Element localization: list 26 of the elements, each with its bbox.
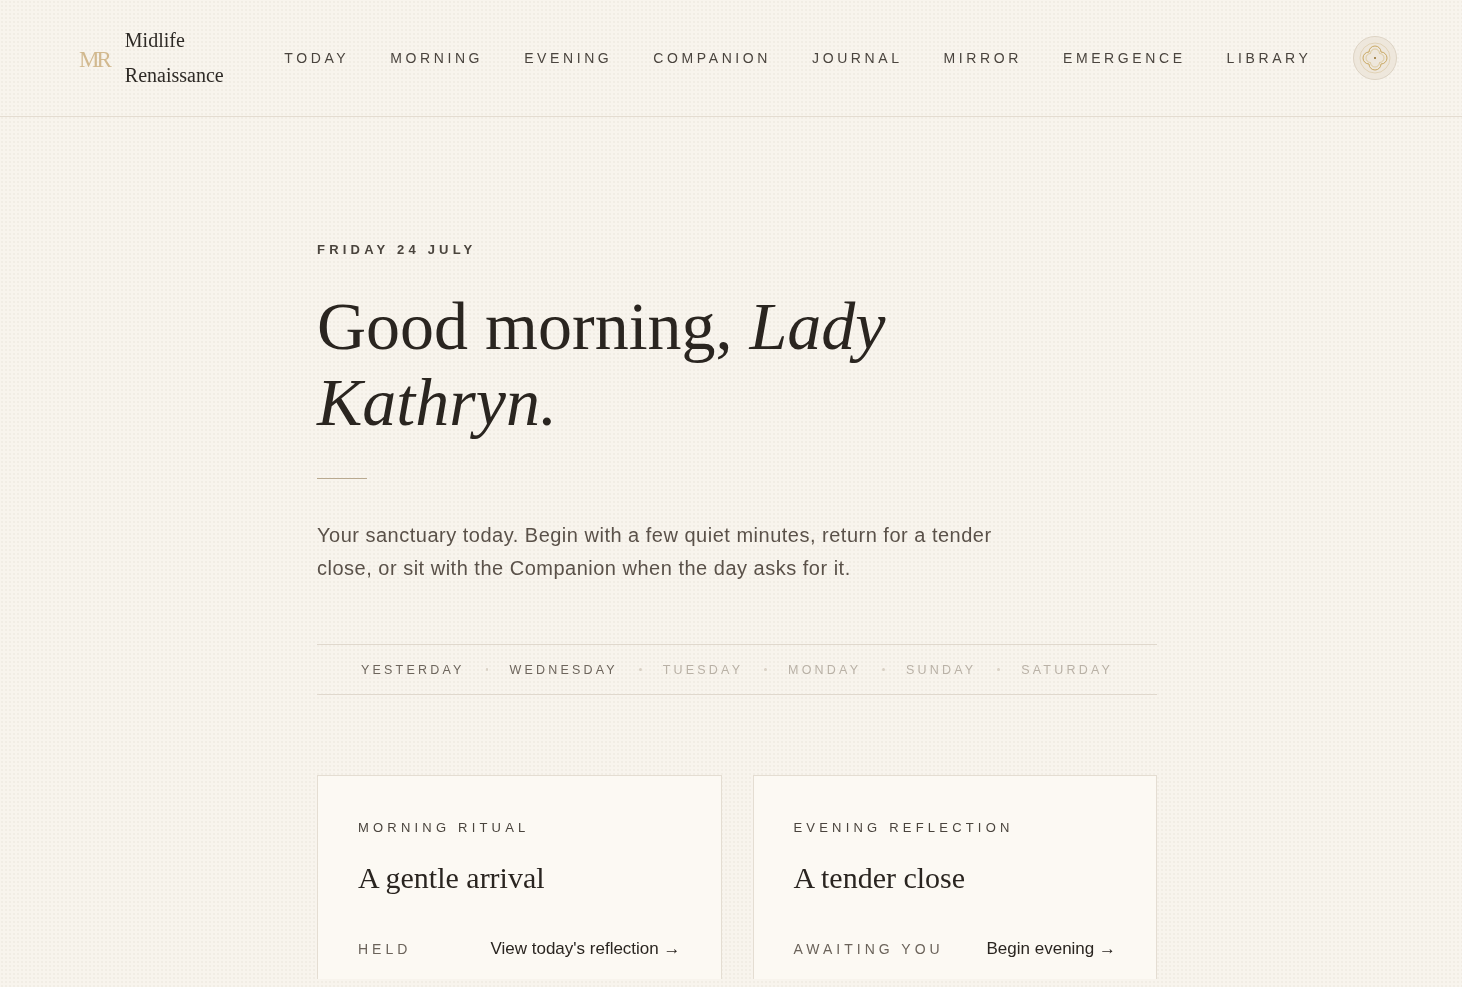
nav-link[interactable]: TODAY <box>284 50 350 66</box>
nav-link[interactable]: MIRROR <box>943 50 1022 66</box>
nav-link[interactable]: JOURNAL <box>812 50 903 66</box>
brand-name[interactable]: Midlife Renaissance <box>124 23 243 93</box>
separator-dot-icon <box>638 668 642 671</box>
nav-link[interactable]: COMPANION <box>653 50 772 66</box>
greeting-heading: Good morning, Lady Kathryn. <box>317 288 887 440</box>
card-label: EVENING REFLECTION <box>793 820 1015 836</box>
card-link[interactable]: Begin evening → <box>986 939 1116 959</box>
day-link[interactable]: WEDNESDAY <box>509 662 618 677</box>
card-title: A tender close <box>793 860 967 896</box>
intro-text: Your sanctuary today. Begin with a few quiet minutes, return for a tender close, or sit with the Companion when the day asks for it. <box>317 523 993 581</box>
day-link[interactable]: YESTERDAY <box>361 662 465 677</box>
card-label: MORNING RITUAL <box>358 820 531 836</box>
status-label: HELD <box>358 941 412 957</box>
separator-dot-icon <box>764 668 768 671</box>
date-label: FRIDAY 24 JULY <box>317 242 478 258</box>
card-title: A gentle arrival <box>358 860 546 896</box>
nav-link[interactable]: MORNING <box>390 50 484 66</box>
nav-link[interactable]: LIBRARY <box>1226 50 1312 66</box>
nav-link[interactable]: EVENING <box>524 50 613 66</box>
quatrefoil-emblem-icon[interactable] <box>1353 36 1397 80</box>
card-link[interactable]: View today's reflection → <box>490 939 681 959</box>
separator-dot-icon <box>882 668 885 671</box>
nav-link[interactable]: EMERGENCE <box>1062 50 1186 66</box>
status-label: AWAITING YOU <box>793 941 944 957</box>
